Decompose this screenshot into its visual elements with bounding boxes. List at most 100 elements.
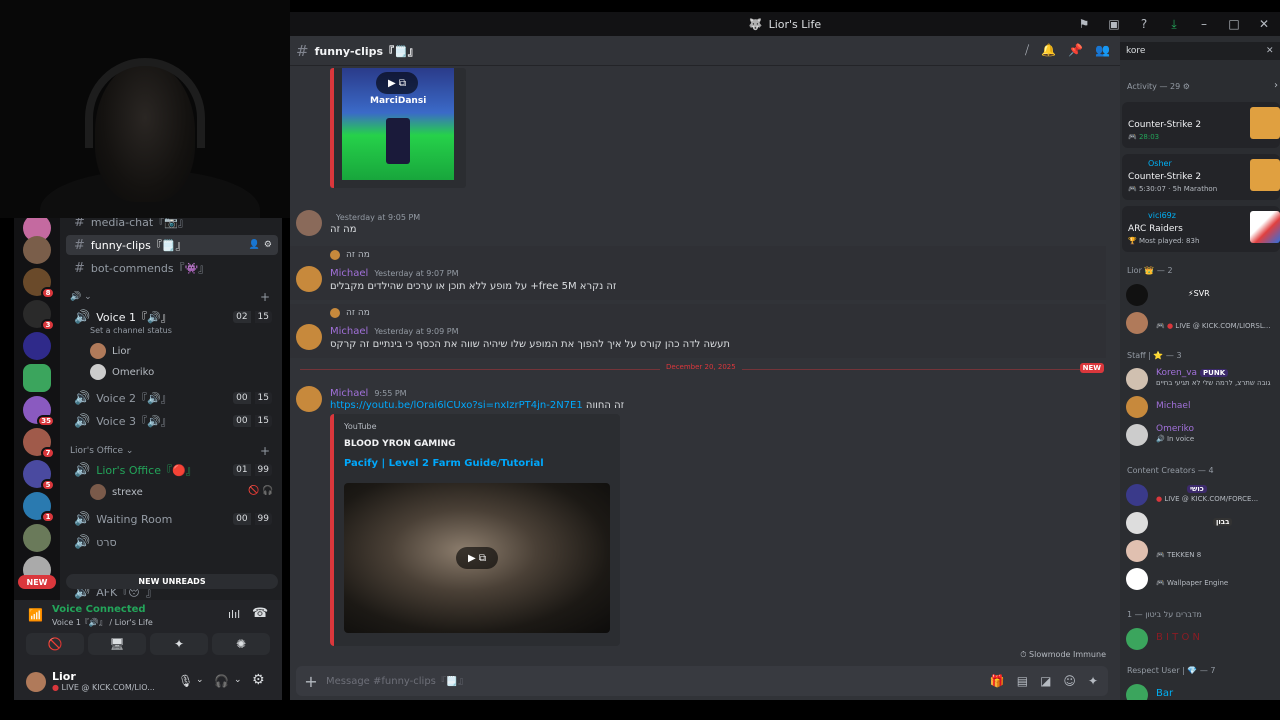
reply-preview[interactable]: מה זה [330,308,370,318]
server-icon[interactable]: 3 [23,300,55,331]
member-item[interactable]: בבון [1126,510,1278,534]
voice-channel-3[interactable]: 🔊 Voice 3『🔊』 00 15 [66,411,278,431]
headphone-icon[interactable]: 🎧 [214,674,229,688]
embed-author[interactable]: BLOOD YRON GAMING [344,439,456,449]
add-attachment-icon[interactable]: + [296,672,326,691]
clear-search-icon[interactable]: ✕ [1266,46,1280,56]
server-icon[interactable]: 1 [23,492,55,523]
message-input[interactable] [326,675,990,687]
voice-location[interactable]: Voice 1『🔊』 / Lior's Life [52,617,153,628]
noise-icon[interactable]: ılıl [228,608,240,621]
voice-user[interactable]: Omeriko [90,364,154,380]
server-icon[interactable] [23,236,51,264]
new-unreads-bar[interactable]: NEW UNREADS [66,574,278,589]
add-channel-icon[interactable]: + [260,444,270,458]
gift-icon[interactable]: 🎁 [990,674,1005,688]
author-name[interactable]: Michael [330,268,368,279]
new-pill[interactable]: NEW [18,575,56,589]
chevron-right-icon[interactable]: › [1274,80,1278,91]
member-item[interactable]: 🎮 Wallpaper Engine [1126,566,1278,590]
voice-channel-1[interactable]: 🔊 Voice 1『🔊』 02 15 [66,307,278,327]
user-name[interactable]: Lior [52,670,76,683]
member-tag: PUNK [1200,369,1229,377]
member-item[interactable]: Bar [1126,682,1278,700]
add-channel-icon[interactable]: + [260,290,270,304]
emoji-icon[interactable]: ☺ [1063,674,1076,688]
server-icon[interactable] [23,524,51,552]
close-icon[interactable]: ✕ [1256,16,1272,32]
member-item[interactable]: כושי ● LIVE @ KICK.COM/FORCE... [1126,482,1278,506]
voice-user[interactable]: Lior [90,343,131,359]
server-icon[interactable]: 35 [23,396,55,427]
camera-off-button[interactable]: 🚫 [26,633,84,655]
voice-connected-label[interactable]: Voice Connected [52,604,146,615]
member-name: כושי [1184,484,1207,494]
avatar[interactable] [296,386,322,412]
play-icon[interactable]: ▶ ⧉ [376,72,418,94]
play-icon[interactable]: ▶ ⧉ [456,547,498,569]
category-voice[interactable]: 🔊 ⌄ [70,292,92,302]
server-icon[interactable]: 5 [23,460,55,491]
member-item[interactable]: Omeriko 🔊 In voice [1126,422,1278,446]
server-icon[interactable] [23,332,51,360]
image-attachment[interactable]: MarciDansi ▶ ⧉ [330,68,466,188]
author-name[interactable]: Michael [330,326,368,337]
author-name[interactable]: Michael [330,388,368,399]
gif-icon[interactable]: ▤ [1017,674,1028,688]
soundboard-button[interactable]: ✺ [212,633,270,655]
member-item[interactable]: ⚡SVR [1126,282,1278,306]
voice-channel-2[interactable]: 🔊 Voice 2『🔊』 00 15 [66,388,278,408]
chevron-down-icon[interactable]: ⌄ [196,675,204,685]
members-icon[interactable]: 👥 [1095,43,1110,58]
sticker-icon[interactable]: ◪ [1040,674,1051,688]
gear-icon[interactable]: ⚙ [264,240,272,250]
gear-icon[interactable]: ⚙ [252,672,265,688]
voice-channel-waiting[interactable]: 🔊 Waiting Room 00 99 [66,509,278,529]
category-lior-office[interactable]: Lior's Office ⌄ [70,446,133,456]
server-icon[interactable]: 8 [23,268,55,299]
avatar[interactable] [296,324,322,350]
video-thumbnail[interactable]: ▶ ⧉ [344,483,610,633]
voice-channel-office[interactable]: 🔊 Lior's Office『🔴』 01 99 [66,460,278,480]
channel-funny-clips[interactable]: # funny-clips『🗒️』 👤 ⚙ [66,235,278,255]
channel-status[interactable]: Set a channel status [90,326,172,335]
signal-icon[interactable]: 📶 [28,608,43,622]
threads-icon[interactable]: ⧸ [1025,43,1029,58]
server-icon[interactable]: 7 [23,428,55,459]
avatar[interactable] [26,672,46,692]
voice-user[interactable]: strexe [90,484,143,500]
activity-card[interactable]: Counter-Strike 2 🎮 28:03 [1122,102,1280,148]
screenshare-button[interactable]: 🖥 [88,633,146,655]
inbox-icon[interactable]: ▣ [1106,16,1122,32]
activities-button[interactable]: ✦ [150,633,208,655]
member-item[interactable]: 🎮 TEKKEN 8 [1126,538,1278,562]
flag-icon[interactable]: ⚑ [1076,16,1092,32]
member-item[interactable]: Koren_va PUNK גובה שתרצ, לרמה שלי לא תגיע… [1126,366,1278,390]
member-item[interactable]: 🎮 ● LIVE @ KICK.COM/LIORSL... [1126,310,1278,334]
member-item[interactable]: Michael [1126,394,1278,418]
minimize-icon[interactable]: – [1196,16,1212,32]
apps-icon[interactable]: ✦ [1088,674,1098,688]
disconnect-icon[interactable]: ☎ [252,606,268,621]
avatar[interactable] [296,266,322,292]
add-member-icon[interactable]: 👤 [249,240,260,250]
activity-card[interactable]: Osher Counter-Strike 2 🎮 5:30:07 · 5h Ma… [1122,154,1280,200]
mic-icon[interactable]: 🎙 [178,674,193,688]
member-status: 🎮 Wallpaper Engine [1156,579,1229,587]
member-item[interactable]: B I T O N [1126,626,1278,650]
help-icon[interactable]: ? [1136,16,1152,32]
pin-icon[interactable]: 📌 [1068,43,1083,58]
channel-bot-commends[interactable]: # bot-commends『👾』 [66,258,278,278]
download-icon[interactable]: ⤓ [1166,16,1182,32]
maximize-icon[interactable]: □ [1226,16,1242,32]
search-input[interactable] [1126,46,1266,56]
chevron-down-icon[interactable]: ⌄ [234,675,242,685]
voice-channel-sratim[interactable]: 🔊 סרט [66,532,278,552]
bell-icon[interactable]: 🔔 [1041,43,1056,58]
avatar[interactable] [296,210,322,236]
reply-preview[interactable]: מה זה [330,250,370,260]
embed-title[interactable]: Pacify | Level 2 Farm Guide/Tutorial [344,458,544,469]
activity-card[interactable]: vici69z ARC Raiders 🏆 Most played: 83h [1122,206,1280,252]
server-icon[interactable] [23,364,51,392]
message-link[interactable]: https://youtu.be/lOrai6lCUxo?si=nxIzrPT4… [330,400,583,411]
